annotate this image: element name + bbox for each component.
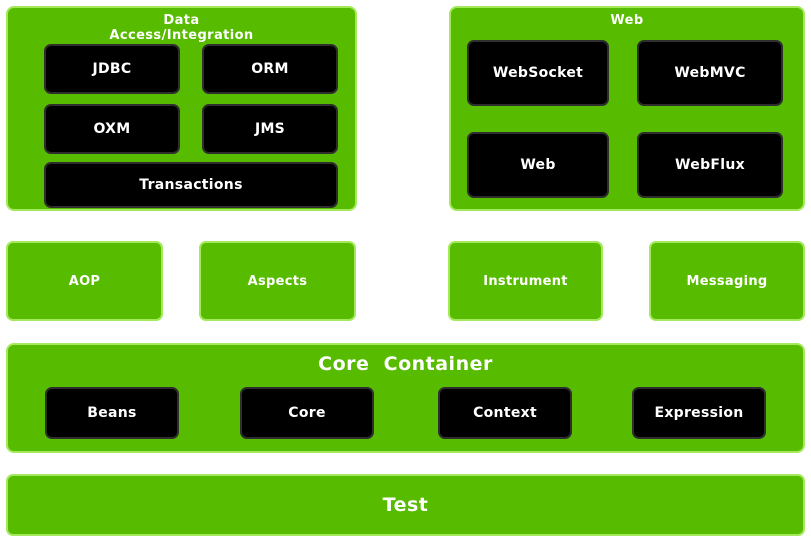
module-webflux: WebFlux (637, 132, 783, 198)
module-context: Context (438, 387, 572, 439)
group-title-web: Web (610, 13, 644, 28)
module-label-web: Web (520, 157, 556, 173)
module-label-messaging: Messaging (686, 273, 768, 289)
module-label-transactions: Transactions (139, 177, 243, 193)
group-data-access-integration: Data Access/Integration JDBC ORM OXM JMS… (6, 6, 357, 211)
module-core: Core (240, 387, 374, 439)
module-label-instrument: Instrument (483, 273, 568, 289)
module-label-aspects: Aspects (247, 273, 308, 289)
group-core-container: Core Container Beans Core Context Expres… (6, 343, 805, 453)
module-label-webmvc: WebMVC (674, 65, 746, 81)
module-label-test: Test (382, 494, 429, 516)
module-label-jms: JMS (254, 121, 286, 137)
module-test: Test (6, 474, 805, 536)
module-label-oxm: OXM (93, 121, 131, 137)
module-messaging: Messaging (649, 241, 805, 321)
group-web: Web WebSocket WebMVC Web WebFlux (449, 6, 805, 211)
module-aspects: Aspects (199, 241, 356, 321)
module-label-beans: Beans (87, 405, 137, 421)
module-webmvc: WebMVC (637, 40, 783, 106)
module-label-context: Context (473, 405, 537, 421)
module-aop: AOP (6, 241, 163, 321)
module-jdbc: JDBC (44, 44, 180, 94)
module-label-orm: ORM (251, 61, 289, 77)
module-beans: Beans (45, 387, 179, 439)
group-title-core-container: Core Container (318, 353, 493, 375)
module-label-aop: AOP (68, 273, 101, 289)
module-instrument: Instrument (448, 241, 603, 321)
module-jms: JMS (202, 104, 338, 154)
module-websocket: WebSocket (467, 40, 609, 106)
group-title-data-access-integration: Data Access/Integration (109, 13, 254, 43)
module-oxm: OXM (44, 104, 180, 154)
module-label-websocket: WebSocket (492, 65, 584, 81)
module-label-core: Core (288, 405, 326, 421)
module-label-expression: Expression (654, 405, 744, 421)
module-transactions: Transactions (44, 162, 338, 208)
module-web: Web (467, 132, 609, 198)
module-label-jdbc: JDBC (92, 61, 132, 77)
module-orm: ORM (202, 44, 338, 94)
module-label-webflux: WebFlux (675, 157, 745, 173)
spring-framework-architecture-diagram: Data Access/Integration JDBC ORM OXM JMS… (0, 0, 811, 536)
module-expression: Expression (632, 387, 766, 439)
